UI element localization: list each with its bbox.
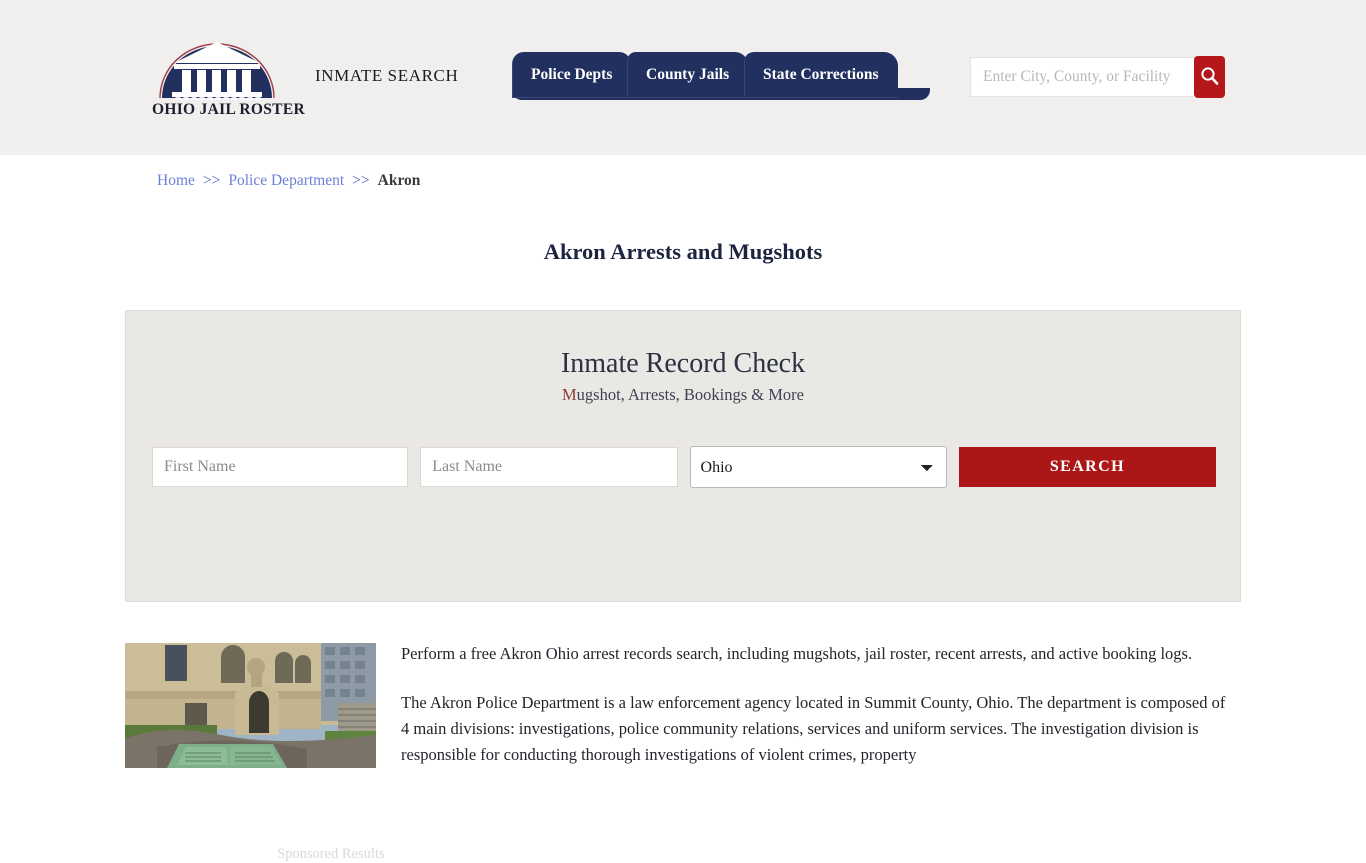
card-title: Inmate Record Check — [560, 348, 806, 379]
nav-tab-county-jails[interactable]: County Jails — [627, 52, 749, 98]
breadcrumb-current: Akron — [377, 172, 421, 189]
breadcrumb-separator: >> — [202, 172, 221, 189]
breadcrumb-home[interactable]: Home — [157, 172, 195, 190]
nav-tab-police-depts[interactable]: Police Depts — [512, 52, 632, 98]
breadcrumb-separator: >> — [352, 172, 370, 189]
article-paragraph: The Akron Police Department is a law enf… — [401, 693, 1226, 764]
inmate-record-check-card: Inmate Record Check Mugshot, Arrests, Bo… — [125, 310, 1241, 862]
card-subtitle-rest: ugshot, Arrests, Bookings & More — [576, 385, 804, 404]
first-name-input[interactable] — [152, 447, 409, 487]
logo-text: OHIO JAIL ROSTER — [152, 101, 305, 118]
article-body: Perform a free Akron Ohio arrest records… — [401, 641, 1227, 791]
search-icon — [1200, 66, 1219, 88]
site-header: OHIO JAIL ROSTER INMATE SEARCH Police De… — [0, 0, 1366, 155]
sponsored-results-label: Sponsored Results — [277, 846, 385, 862]
site-logo[interactable]: OHIO JAIL ROSTER — [152, 30, 305, 126]
site-tagline: INMATE SEARCH — [315, 66, 459, 85]
header-search — [970, 56, 1225, 98]
header-search-input[interactable] — [970, 57, 1194, 97]
akron-courthouse-photo — [125, 643, 376, 768]
search-button[interactable]: SEARCH — [958, 447, 1216, 487]
inmate-search-form: Ohio SEARCH — [152, 446, 1216, 488]
primary-nav: Police Depts County Jails State Correcti… — [512, 52, 898, 98]
card-subtitle: Mugshot, Arrests, Bookings & More — [126, 385, 1240, 405]
article-paragraph: Perform a free Akron Ohio arrest records… — [401, 644, 1193, 663]
last-name-input[interactable] — [420, 447, 678, 487]
header-search-button[interactable] — [1194, 56, 1225, 98]
state-select[interactable]: Ohio — [689, 446, 947, 488]
breadcrumb-police-department[interactable]: Police Department — [228, 172, 344, 190]
card-subtitle-accent: M — [561, 385, 577, 404]
courthouse-icon — [152, 30, 282, 102]
breadcrumb: Home >> Police Department >> Akron — [157, 172, 420, 190]
page-title: Akron Arrests and Mugshots — [543, 239, 823, 265]
nav-tab-state-corrections[interactable]: State Corrections — [744, 52, 898, 98]
